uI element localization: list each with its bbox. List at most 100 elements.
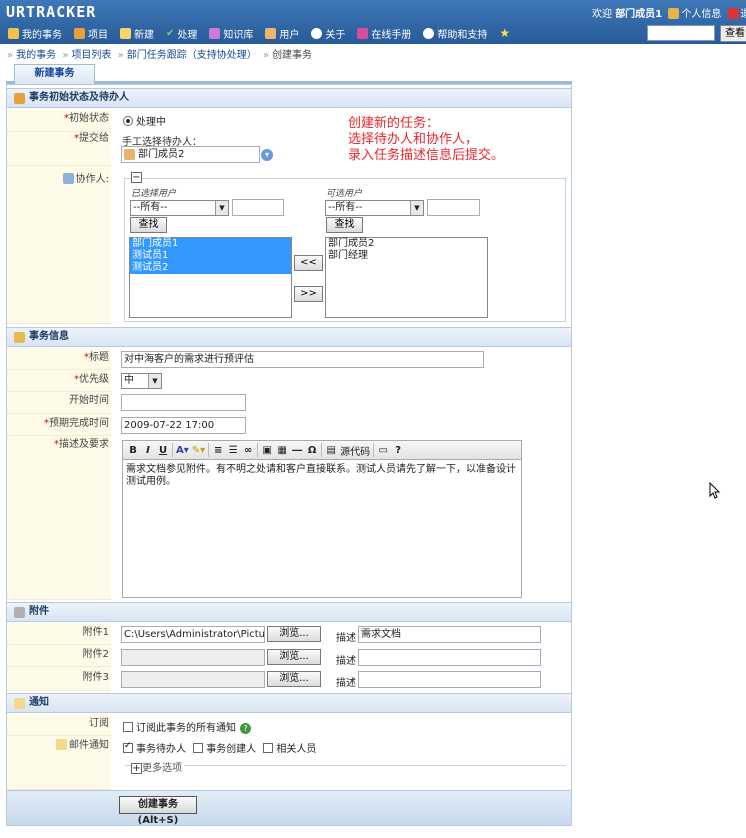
underline-button[interactable]: U xyxy=(157,445,169,456)
available-users-caption: 可选用户 xyxy=(326,189,363,199)
menu-new[interactable]: 新建 xyxy=(112,26,158,41)
attachment1-browse[interactable]: 浏览... xyxy=(267,626,321,642)
list-item[interactable]: 测试员2 xyxy=(130,262,291,274)
attachment1-desc[interactable]: 需求文档 xyxy=(358,626,541,643)
mail-notify-label: 邮件通知 xyxy=(7,736,111,790)
highlight-icon[interactable]: ✎▾ xyxy=(192,445,205,456)
attachment3-browse[interactable]: 浏览... xyxy=(267,671,321,687)
hr-icon[interactable]: ― xyxy=(291,445,303,456)
menu-my-tasks[interactable]: 我的事务 xyxy=(0,26,66,41)
list-item[interactable]: 部门成员1 xyxy=(130,238,291,250)
menu-projects[interactable]: 项目 xyxy=(66,26,112,41)
subscribe-checkbox[interactable]: 订阅此事务的所有通知? xyxy=(123,719,251,734)
collab-icon xyxy=(62,173,74,184)
ordered-list-icon[interactable]: ≡ xyxy=(212,445,224,456)
attachment3-desc[interactable] xyxy=(358,671,541,688)
attachment3-path[interactable] xyxy=(121,671,265,688)
description-editor[interactable]: 需求文档参见附件。有不明之处请和客户直接联系。测试人员请先了解一下，以准备设计测… xyxy=(122,460,522,598)
available-filter-input[interactable] xyxy=(427,199,480,216)
breadcrumb-current: 创建事务 xyxy=(272,50,313,61)
attachment1-desc-label: 描述 xyxy=(336,633,356,644)
collab-collapse-toggle[interactable]: − xyxy=(131,172,142,183)
priority-select[interactable]: 中 ▼ xyxy=(121,373,162,389)
menu-process[interactable]: ✔ 处理 xyxy=(158,26,201,41)
personal-info-link[interactable]: 个人信息 xyxy=(681,9,721,20)
selected-find-button[interactable]: 查找 xyxy=(130,217,167,233)
breadcrumb-project[interactable]: 部门任务跟踪（支持协处理） xyxy=(127,50,257,61)
mail-option-creator[interactable]: 事务创建人 xyxy=(193,743,256,755)
image-icon[interactable]: ▣ xyxy=(261,445,273,456)
move-right-button[interactable]: >> xyxy=(294,286,323,302)
chevron-down-icon: ▼ xyxy=(215,201,228,215)
bold-button[interactable]: B xyxy=(127,445,139,456)
selected-users-list[interactable]: 部门成员1 测试员1 测试员2 xyxy=(129,237,292,318)
attachment1-path[interactable]: C:\Users\Administrator\Picture xyxy=(121,626,265,643)
attachment2-path[interactable] xyxy=(121,649,265,666)
section-notify-header: 通知 xyxy=(7,693,571,713)
available-filter-select[interactable]: --所有-- ▼ xyxy=(325,200,424,216)
knowledge-icon xyxy=(209,27,221,39)
breadcrumb-project-list[interactable]: 项目列表 xyxy=(71,50,111,61)
editor-toolbar: B I U A▾ ✎▾ ≡ ☰ ∞ ▣ ▦ ― Ω ▤ 源代码 ▭ ? xyxy=(122,440,522,460)
logout-link[interactable]: 退 xyxy=(741,9,746,20)
current-user[interactable]: 部门成员1 xyxy=(615,9,662,20)
info-icon xyxy=(311,27,323,39)
project-icon xyxy=(74,27,85,39)
assignee-field[interactable]: 部门成员2 xyxy=(121,146,260,163)
submit-to-label: *提交给 xyxy=(7,132,111,166)
menu-users[interactable]: 用户 xyxy=(257,26,303,41)
subscribe-label: 订阅 xyxy=(7,714,111,736)
title-input[interactable]: 对中海客户的需求进行预评估 xyxy=(121,351,484,368)
search-button[interactable]: 查看 xyxy=(720,25,746,42)
italic-button[interactable]: I xyxy=(142,445,154,456)
menu-knowledge[interactable]: 知识库 xyxy=(201,26,257,41)
start-time-input[interactable] xyxy=(121,394,246,411)
help-icon[interactable]: ? xyxy=(240,723,251,734)
tab-new-task[interactable]: 新建事务 xyxy=(14,64,95,84)
user-icon xyxy=(124,149,135,160)
breadcrumb-my-tasks[interactable]: 我的事务 xyxy=(16,50,56,61)
list-item[interactable]: 部门经理 xyxy=(326,250,487,262)
chevron-down-icon[interactable]: ▾ xyxy=(261,149,273,161)
fullscreen-icon[interactable]: ▭ xyxy=(377,445,389,456)
move-left-button[interactable]: << xyxy=(294,255,323,271)
attachment3-desc-label: 描述 xyxy=(336,678,356,689)
font-color-icon[interactable]: A▾ xyxy=(176,445,189,456)
more-options-toggle[interactable]: +更多选项 xyxy=(131,759,184,774)
list-item[interactable]: 测试员1 xyxy=(130,250,291,262)
mail-option-related[interactable]: 相关人员 xyxy=(263,743,316,755)
welcome-prefix: 欢迎 xyxy=(592,9,612,20)
initial-state-radio[interactable]: 处理中 xyxy=(123,113,166,128)
search-input[interactable] xyxy=(647,25,715,41)
source-code-button[interactable]: 源代码 xyxy=(340,443,370,458)
menu-about[interactable]: 关于 xyxy=(303,26,349,41)
create-task-button[interactable]: 创建事务(Alt+S) xyxy=(119,796,197,826)
initial-state-label: *初始状态 xyxy=(7,110,111,132)
attachment2-desc[interactable] xyxy=(358,649,541,666)
envelope-icon xyxy=(56,739,67,750)
table-icon[interactable]: ▦ xyxy=(276,445,288,456)
selected-filter-select[interactable]: --所有-- ▼ xyxy=(130,200,229,216)
mail-options: 事务待办人 事务创建人 相关人员 xyxy=(123,740,316,755)
menu-manual[interactable]: 在线手册 xyxy=(349,26,415,41)
due-time-input[interactable]: 2009-07-22 17:00 xyxy=(121,417,246,434)
welcome-area: 欢迎 部门成员1 个人信息 退 xyxy=(592,5,746,20)
list-item[interactable]: 部门成员2 xyxy=(326,238,487,250)
help-icon[interactable]: ? xyxy=(392,445,404,456)
collab-label: 协作人: xyxy=(7,166,111,324)
omega-icon[interactable]: Ω xyxy=(306,445,318,456)
chevron-down-icon: ▼ xyxy=(148,374,161,388)
available-find-button[interactable]: 查找 xyxy=(326,217,363,233)
new-icon xyxy=(120,27,131,39)
priority-label: *优先级 xyxy=(7,370,111,392)
available-users-list[interactable]: 部门成员2 部门经理 xyxy=(325,237,488,318)
title-label: *标题 xyxy=(7,348,111,370)
menu-help[interactable]: 帮助和支持 xyxy=(415,26,491,41)
selected-filter-input[interactable] xyxy=(232,199,284,216)
mail-option-assignee[interactable]: 事务待办人 xyxy=(123,741,186,755)
menu-favorite[interactable]: ★ xyxy=(491,26,514,40)
attachment2-browse[interactable]: 浏览... xyxy=(267,649,321,665)
breadcrumb: » 我的事务 » 项目列表 » 部门任务跟踪（支持协处理） » 创建事务 xyxy=(7,50,313,61)
link-icon[interactable]: ∞ xyxy=(242,445,254,456)
unordered-list-icon[interactable]: ☰ xyxy=(227,445,239,456)
